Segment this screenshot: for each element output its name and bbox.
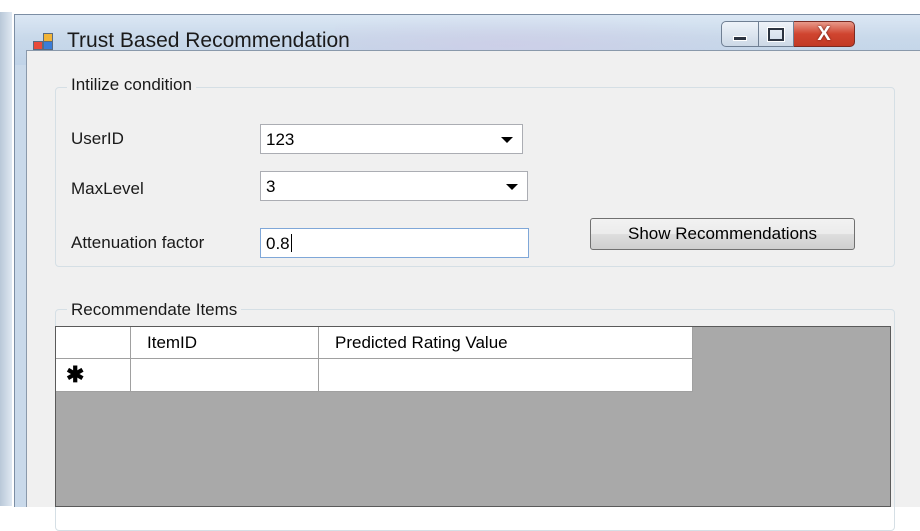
caption-buttons: X <box>721 21 855 47</box>
recommended-items-legend: Recommendate Items <box>67 300 242 320</box>
maximize-icon <box>768 27 784 41</box>
grid-header-row: ItemID Predicted Rating Value <box>56 327 693 359</box>
maximize-button[interactable] <box>759 21 794 47</box>
attenuation-factor-label: Attenuation factor <box>71 233 205 252</box>
new-row-itemid-cell[interactable] <box>131 359 319 392</box>
attenuation-factor-value: 0.8 <box>266 234 292 254</box>
application-icon[interactable] <box>33 33 53 51</box>
minimize-button[interactable] <box>721 21 759 47</box>
form-client-area: Intilize condition UserID 123 MaxLevel 3… <box>26 50 920 531</box>
column-header-itemid[interactable]: ItemID <box>131 327 319 359</box>
background-window-edge <box>0 12 12 506</box>
max-level-combobox[interactable]: 3 <box>260 171 528 201</box>
text-caret <box>290 234 292 252</box>
attenuation-factor-input[interactable]: 0.8 <box>260 228 529 258</box>
max-level-value: 3 <box>266 177 276 196</box>
recommended-items-grid[interactable]: ItemID Predicted Rating Value ✱ <box>55 326 891 507</box>
minimize-icon <box>733 35 747 41</box>
table-row-new[interactable]: ✱ <box>56 359 693 392</box>
close-button[interactable]: X <box>794 21 855 47</box>
new-row-predicted-rating-cell[interactable] <box>319 359 693 392</box>
user-id-value: 123 <box>266 130 295 149</box>
chevron-down-icon[interactable] <box>501 137 513 143</box>
init-condition-legend: Intilize condition <box>67 75 196 95</box>
user-id-combobox[interactable]: 123 <box>260 124 523 154</box>
attenuation-factor-text: 0.8 <box>266 234 290 253</box>
chevron-down-icon[interactable] <box>506 184 518 190</box>
close-icon: X <box>817 23 831 45</box>
show-recommendations-button[interactable]: Show Recommendations <box>590 218 855 250</box>
new-row-marker[interactable]: ✱ <box>56 359 131 392</box>
user-id-label: UserID <box>71 129 124 148</box>
max-level-label: MaxLevel <box>71 179 144 198</box>
row-header-corner[interactable] <box>56 327 131 359</box>
column-header-predicted-rating[interactable]: Predicted Rating Value <box>319 327 693 359</box>
